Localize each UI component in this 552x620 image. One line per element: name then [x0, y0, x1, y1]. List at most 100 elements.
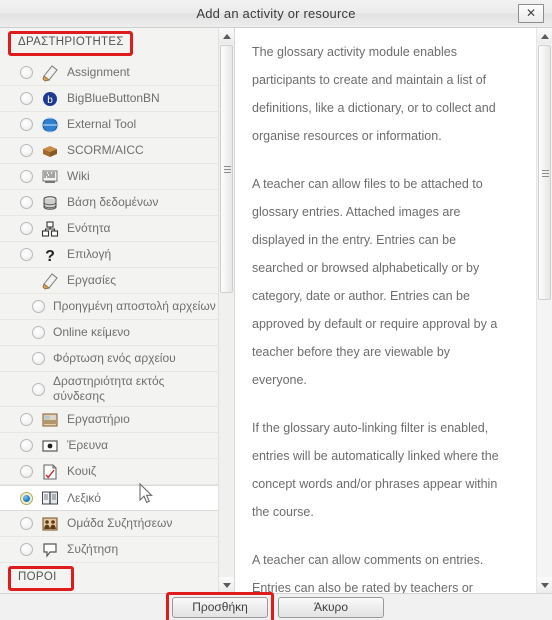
svg-text:b: b: [47, 95, 53, 106]
activity-list-item[interactable]: b BigBlueButtonBN: [0, 86, 222, 112]
activity-list-item[interactable]: SCORM/AICC: [0, 138, 222, 164]
category-heading-wrap: ΠΟΡΟΙ: [0, 566, 222, 593]
radio-button[interactable]: [20, 222, 33, 235]
forum-icon: [41, 515, 59, 533]
close-icon[interactable]: ✕: [518, 4, 544, 23]
scrollbar-grip-icon: [542, 170, 549, 177]
activity-list-item[interactable]: Εργαστήριο: [0, 407, 222, 433]
activity-list-item[interactable]: Κουιζ: [0, 459, 222, 485]
activity-list: ΔΡΑΣΤΗΡΙΟΤΗΤΕΣ Assignment b BigBlueButtonBN…: [0, 31, 222, 593]
activity-list-item[interactable]: Wiki: [0, 164, 222, 190]
scroll-up-icon[interactable]: [537, 28, 552, 44]
scrollbar-grip-icon: [224, 166, 231, 173]
activity-item-label: Assignment: [67, 65, 130, 79]
left-scrollbar[interactable]: [218, 28, 234, 593]
activity-item-label: Δραστηριότητα εκτός σύνδεσης: [53, 374, 165, 403]
radio-button[interactable]: [32, 326, 45, 339]
package-icon: [41, 142, 59, 160]
radio-button[interactable]: [20, 92, 33, 105]
activity-item-label: Βάση δεδομένων: [67, 195, 159, 209]
activity-list-item[interactable]: Online κείμενο: [0, 320, 222, 346]
database-icon: [41, 194, 59, 212]
lesson-icon: [41, 220, 59, 238]
quiz-icon: [41, 463, 59, 481]
activity-list-item[interactable]: Προηγμένη αποστολή αρχείων: [0, 294, 222, 320]
description-text: The glossary activity module enables par…: [252, 38, 504, 593]
scroll-down-icon[interactable]: [219, 577, 234, 593]
category-heading: ΔΡΑΣΤΗΡΙΟΤΗΤΕΣ: [18, 36, 124, 48]
question-icon: ?: [41, 246, 59, 265]
radio-button[interactable]: [20, 170, 33, 183]
glossary-icon: [41, 489, 59, 507]
left-scrollbar-thumb[interactable]: [220, 45, 233, 293]
scroll-up-icon[interactable]: [219, 28, 234, 44]
radio-button[interactable]: [20, 543, 33, 556]
radio-button[interactable]: [20, 248, 33, 261]
activity-item-label: Εργαστήριο: [67, 412, 130, 426]
radio-button[interactable]: [20, 517, 33, 530]
scroll-down-icon[interactable]: [537, 577, 552, 593]
activity-item-label: Έρευνα: [67, 438, 109, 452]
activity-item-label: Επιλογή: [67, 247, 112, 261]
assignment-icon: [41, 64, 59, 82]
activity-list-item[interactable]: Assignment: [0, 60, 222, 86]
bigbluebutton-icon: b: [41, 90, 59, 108]
activity-list-item[interactable]: Έρευνα: [0, 433, 222, 459]
radio-button[interactable]: [20, 196, 33, 209]
chat-icon: [41, 541, 59, 559]
description-paragraph: If the glossary auto-linking filter is e…: [252, 421, 499, 519]
activity-item-label: Εργασίες: [67, 273, 116, 287]
activity-group-header: Εργασίες: [0, 268, 222, 294]
add-activity-dialog: Add an activity or resource ✕ ΔΡΑΣΤΗΡΙΟΤ…: [0, 0, 552, 620]
description-paragraph: The glossary activity module enables par…: [252, 45, 496, 143]
activity-list-panel: ΔΡΑΣΤΗΡΙΟΤΗΤΕΣ Assignment b BigBlueButtonBN…: [0, 28, 235, 593]
dialog-title: Add an activity or resource: [196, 6, 356, 21]
mouse-cursor-icon: [139, 483, 153, 504]
activity-item-label: Προηγμένη αποστολή αρχείων: [53, 299, 216, 313]
add-button[interactable]: Προσθήκη: [172, 597, 268, 618]
activity-list-item[interactable]: Ενότητα: [0, 216, 222, 242]
activity-item-label: External Tool: [67, 117, 137, 131]
activity-list-item[interactable]: Βάση δεδομένων: [0, 190, 222, 216]
svg-text:?: ?: [45, 248, 55, 264]
category-heading-wrap: ΔΡΑΣΤΗΡΙΟΤΗΤΕΣ: [0, 31, 222, 58]
activity-item-label: Wiki: [67, 169, 90, 183]
activity-item-label: Ομάδα Συζητήσεων: [67, 516, 173, 530]
description-panel: The glossary activity module enables par…: [236, 28, 552, 593]
radio-button[interactable]: [20, 439, 33, 452]
radio-button[interactable]: [20, 144, 33, 157]
radio-button[interactable]: [32, 300, 45, 313]
right-scrollbar[interactable]: [536, 28, 552, 593]
activity-list-item[interactable]: ? Επιλογή: [0, 242, 222, 268]
cancel-button[interactable]: Άκυρο: [278, 597, 384, 618]
activity-item-label: Κουιζ: [67, 464, 97, 478]
right-scrollbar-thumb[interactable]: [538, 45, 551, 300]
activity-list-item[interactable]: Λεξικό: [0, 485, 222, 511]
dialog-body: ΔΡΑΣΤΗΡΙΟΤΗΤΕΣ Assignment b BigBlueButtonBN…: [0, 28, 552, 593]
activity-list-item[interactable]: Φόρτωση ενός αρχείου: [0, 346, 222, 372]
radio-button[interactable]: [32, 382, 45, 396]
globe-icon: [40, 116, 60, 134]
activity-list-item[interactable]: External Tool: [0, 112, 222, 138]
radio-button[interactable]: [20, 66, 33, 79]
activity-list-item[interactable]: Δραστηριότητα εκτός σύνδεσης: [0, 372, 222, 407]
assignment-icon: [41, 272, 59, 290]
radio-button[interactable]: [32, 352, 45, 365]
radio-button[interactable]: [20, 465, 33, 478]
dialog-titlebar: Add an activity or resource ✕: [0, 0, 552, 28]
survey-icon: [41, 437, 59, 455]
activity-item-label: Online κείμενο: [53, 325, 130, 339]
dialog-footer: Προσθήκη Άκυρο: [0, 592, 552, 620]
description-paragraph: A teacher can allow files to be attached…: [252, 177, 498, 387]
radio-button[interactable]: [20, 413, 33, 426]
activity-item-label: Συζήτηση: [67, 542, 119, 556]
activity-item-label: BigBlueButtonBN: [67, 91, 160, 105]
activity-list-item[interactable]: Συζήτηση: [0, 537, 222, 563]
activity-list-item[interactable]: Ομάδα Συζητήσεων: [0, 511, 222, 537]
description-paragraph: A teacher can allow comments on entries.…: [252, 553, 484, 593]
activity-item-label: Ενότητα: [67, 221, 111, 235]
radio-button[interactable]: [20, 118, 33, 131]
category-heading: ΠΟΡΟΙ: [18, 571, 57, 583]
wiki-icon: [41, 168, 59, 186]
radio-button-selected[interactable]: [20, 491, 33, 505]
